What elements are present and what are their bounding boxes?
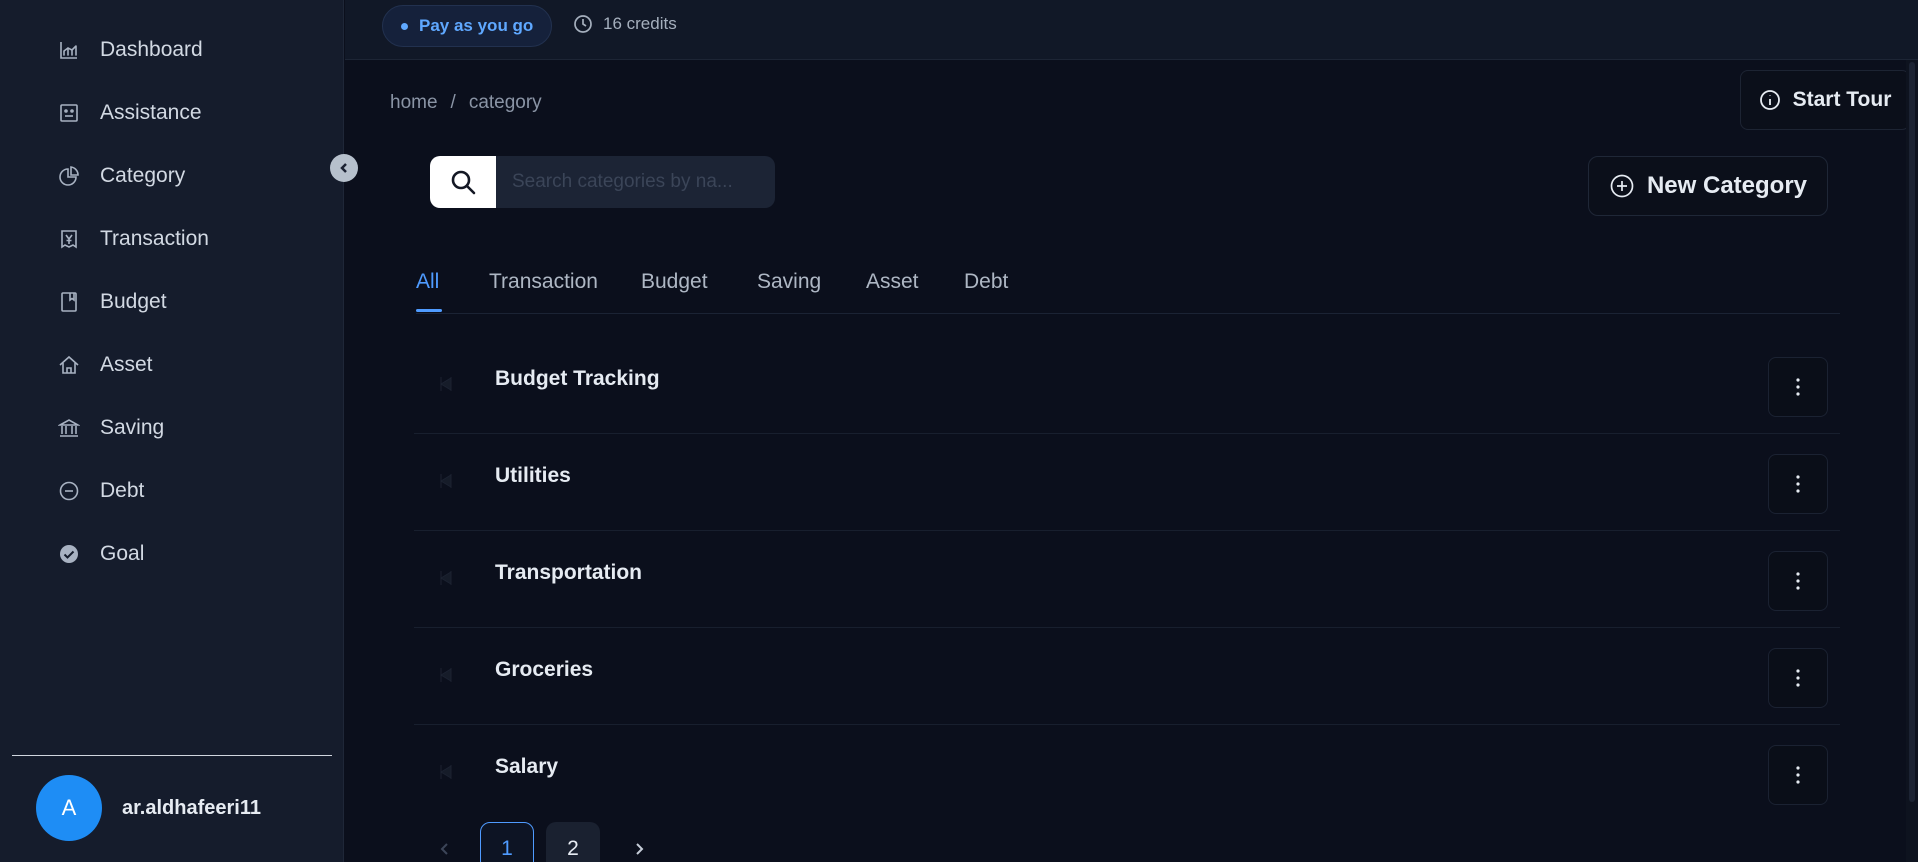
list-item[interactable]: Utilities xyxy=(414,434,1840,531)
start-tour-button[interactable]: Start Tour xyxy=(1740,70,1910,130)
more-options-button[interactable] xyxy=(1768,357,1828,417)
category-image-icon xyxy=(436,374,456,394)
chevron-right-icon xyxy=(636,843,644,855)
breadcrumb-separator: / xyxy=(450,92,456,113)
credits-indicator: 16 credits xyxy=(573,14,677,34)
kebab-icon xyxy=(1796,572,1800,590)
list-item[interactable]: Salary xyxy=(414,725,1840,822)
kebab-icon xyxy=(1796,669,1800,687)
sidebar-item-asset[interactable]: Asset xyxy=(58,349,153,381)
sidebar-item-label: Dashboard xyxy=(100,38,203,61)
kebab-icon xyxy=(1796,475,1800,493)
sidebar-item-dashboard[interactable]: Dashboard xyxy=(58,34,203,66)
category-name: Transportation xyxy=(495,561,643,584)
chevron-left-icon xyxy=(340,163,347,173)
category-image-icon xyxy=(436,568,456,588)
start-tour-label: Start Tour xyxy=(1792,88,1892,111)
list-item[interactable]: Transportation xyxy=(414,531,1840,628)
user-profile[interactable]: A ar.aldhafeeri11 xyxy=(36,775,261,841)
minus-circle-icon xyxy=(58,480,80,502)
kebab-icon xyxy=(1796,378,1800,396)
info-icon xyxy=(1759,90,1780,110)
tab-all[interactable]: All xyxy=(416,270,442,312)
sidebar-item-label: Saving xyxy=(100,416,165,439)
pagination: 1 2 xyxy=(430,822,654,862)
tab-transaction[interactable]: Transaction xyxy=(489,270,598,294)
more-options-button[interactable] xyxy=(1768,551,1828,611)
sidebar-item-label: Asset xyxy=(100,353,153,376)
avatar[interactable]: A xyxy=(36,775,102,841)
breadcrumb: home / category xyxy=(390,92,542,114)
kebab-icon xyxy=(1796,766,1800,784)
list-item[interactable]: Groceries xyxy=(414,628,1840,725)
tab-budget[interactable]: Budget xyxy=(641,270,708,294)
sidebar-item-goal[interactable]: Goal xyxy=(58,538,144,570)
more-options-button[interactable] xyxy=(1768,745,1828,805)
category-image-icon xyxy=(436,471,456,491)
sidebar-item-label: Debt xyxy=(100,479,145,502)
category-list: Budget Tracking Utilities Transportation… xyxy=(414,337,1840,822)
category-image-icon xyxy=(436,665,456,685)
search-button[interactable] xyxy=(430,156,496,208)
tab-label: All xyxy=(416,270,440,293)
plan-badge[interactable]: Pay as you go xyxy=(382,5,553,47)
sidebar-item-assistance[interactable]: Assistance xyxy=(58,97,202,129)
sidebar-item-transaction[interactable]: Transaction xyxy=(58,223,209,255)
more-options-button[interactable] xyxy=(1768,454,1828,514)
clock-icon xyxy=(574,15,592,33)
topbar: Pay as you go 16 credits xyxy=(345,0,1918,60)
sidebar-item-label: Assistance xyxy=(100,101,202,124)
search-input[interactable] xyxy=(496,156,775,208)
home-icon xyxy=(58,354,80,376)
sidebar-item-saving[interactable]: Saving xyxy=(58,412,164,444)
breadcrumb-home[interactable]: home xyxy=(390,92,438,113)
app-root: Dashboard Assistance Category Transactio… xyxy=(0,0,1918,862)
plus-circle-icon xyxy=(1610,174,1634,198)
breadcrumb-current: category xyxy=(468,92,542,113)
sidebar-item-label: Transaction xyxy=(100,227,209,250)
category-name: Budget Tracking xyxy=(495,367,660,390)
category-name: Salary xyxy=(495,755,559,778)
prev-page-button[interactable] xyxy=(430,829,460,862)
sidebar-item-budget[interactable]: Budget xyxy=(58,286,167,318)
new-category-label: New Category xyxy=(1646,172,1808,199)
tab-asset[interactable]: Asset xyxy=(866,270,919,294)
credits-label: 16 credits xyxy=(603,14,677,33)
category-name: Groceries xyxy=(495,658,594,681)
page-button[interactable]: 1 xyxy=(480,822,534,862)
scrollbar-thumb[interactable] xyxy=(1909,62,1915,802)
username: ar.aldhafeeri11 xyxy=(122,796,261,819)
category-image-icon xyxy=(436,762,456,782)
sidebar-item-label: Category xyxy=(100,164,186,187)
tab-saving[interactable]: Saving xyxy=(757,270,821,294)
sidebar-item-label: Goal xyxy=(100,542,145,565)
active-tab-indicator xyxy=(416,309,442,312)
sidebar-item-debt[interactable]: Debt xyxy=(58,475,144,507)
search-icon xyxy=(451,170,476,195)
next-page-button[interactable] xyxy=(624,829,654,862)
page-button[interactable]: 2 xyxy=(546,822,600,862)
chevron-left-icon xyxy=(440,843,448,855)
pie-chart-icon xyxy=(58,165,80,187)
plan-label: Pay as you go xyxy=(419,16,534,35)
sidebar: Dashboard Assistance Category Transactio… xyxy=(0,0,344,862)
category-name: Utilities xyxy=(495,464,571,487)
check-circle-icon xyxy=(58,543,80,565)
more-options-button[interactable] xyxy=(1768,648,1828,708)
list-item[interactable]: Budget Tracking xyxy=(414,337,1840,434)
collapse-sidebar-button[interactable] xyxy=(330,154,358,182)
category-tabs: All Transaction Budget Saving Asset Debt xyxy=(416,262,1840,314)
chart-icon xyxy=(58,39,80,61)
yen-receipt-icon xyxy=(58,228,80,250)
tab-debt[interactable]: Debt xyxy=(964,270,1008,294)
robot-icon xyxy=(58,102,80,124)
status-dot xyxy=(401,22,408,30)
search-bar xyxy=(430,156,775,208)
sidebar-divider xyxy=(12,755,332,756)
bank-icon xyxy=(58,417,80,439)
sidebar-item-category[interactable]: Category xyxy=(58,160,185,192)
new-category-button[interactable]: New Category xyxy=(1588,156,1828,216)
book-icon xyxy=(58,291,80,313)
sidebar-item-label: Budget xyxy=(100,290,167,313)
